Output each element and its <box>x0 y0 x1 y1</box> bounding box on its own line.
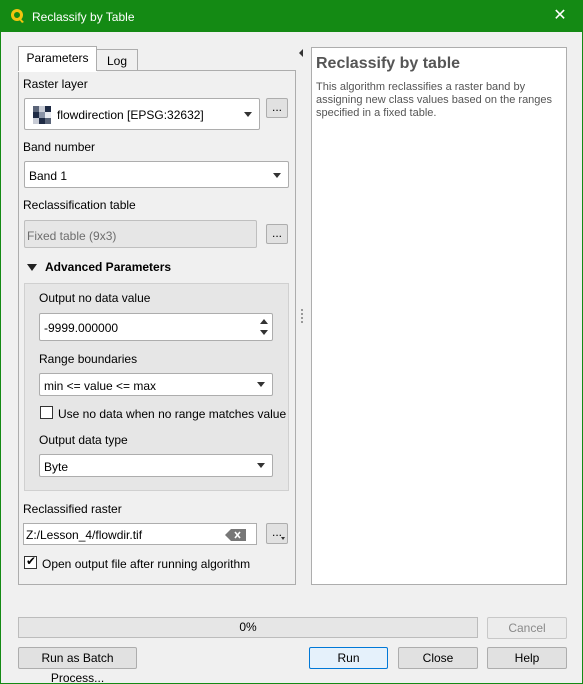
advanced-expand-icon[interactable] <box>27 264 37 271</box>
raster-layer-value: flowdirection [EPSG:32632] <box>57 108 204 122</box>
nodata-value: -9999.000000 <box>44 321 119 335</box>
open-output-label: Open output file after running algorithm <box>42 557 251 571</box>
reclassification-table-field[interactable]: Fixed table (9x3) <box>24 220 257 248</box>
open-output-checkbox[interactable] <box>24 554 37 569</box>
raster-layer-browse-button[interactable]: ... <box>266 98 288 118</box>
nodata-label: Output no data value <box>39 291 151 305</box>
chevron-down-icon <box>257 382 265 387</box>
help-panel: Reclassify by table This algorithm recla… <box>311 47 567 585</box>
spin-down-icon[interactable] <box>260 330 268 335</box>
raster-layer-combo[interactable]: flowdirection [EPSG:32632] <box>24 98 260 130</box>
band-number-combo[interactable]: Band 1 <box>24 161 289 188</box>
output-data-type-value: Byte <box>44 460 69 474</box>
collapse-panel-icon[interactable] <box>299 49 303 57</box>
window-title: Reclassify by Table <box>32 10 135 24</box>
run-batch-button[interactable]: Run as Batch Process... <box>18 647 137 684</box>
chevron-down-icon <box>244 112 252 117</box>
band-number-value: Band 1 <box>29 169 68 183</box>
output-data-type-combo[interactable]: Byte <box>39 454 273 477</box>
output-file-input[interactable]: Z:/Lesson_4/flowdir.tif <box>23 523 257 545</box>
tab-parameters[interactable]: Parameters <box>18 46 97 71</box>
close-button[interactable]: Close <box>398 647 478 669</box>
raster-layer-icon <box>33 106 51 124</box>
small-dropdown-icon <box>281 537 285 540</box>
spin-up-icon[interactable] <box>260 319 268 324</box>
range-boundaries-label: Range boundaries <box>39 352 138 366</box>
run-button[interactable]: Run <box>309 647 388 669</box>
range-boundaries-value: min <= value <= max <box>44 379 157 393</box>
dialog-window: Reclassify by Table ✕ Parameters Log Ras… <box>0 0 583 684</box>
band-number-label: Band number <box>23 140 96 154</box>
nodata-spinbox[interactable]: -9999.000000 <box>39 313 273 341</box>
raster-layer-label: Raster layer <box>23 77 88 91</box>
reclassification-table-label: Reclassification table <box>23 198 136 212</box>
help-button[interactable]: Help <box>487 647 567 669</box>
range-boundaries-combo[interactable]: min <= value <= max <box>39 373 273 396</box>
chevron-down-icon <box>257 463 265 468</box>
use-nodata-checkbox[interactable] <box>40 406 53 419</box>
progress-bar: 0% <box>18 617 478 638</box>
qgis-logo-icon <box>11 9 24 23</box>
output-data-type-label: Output data type <box>39 433 128 447</box>
output-file-value: Z:/Lesson_4/flowdir.tif <box>26 528 143 542</box>
reclassification-table-value: Fixed table (9x3) <box>27 229 117 243</box>
reclassified-raster-label: Reclassified raster <box>23 502 122 516</box>
advanced-parameters-header[interactable]: Advanced Parameters <box>45 260 171 274</box>
reclassification-table-edit-button[interactable]: ... <box>266 224 288 244</box>
use-nodata-label: Use no data when no range matches value <box>58 407 287 421</box>
help-title: Reclassify by table <box>316 55 461 72</box>
help-description: This algorithm reclassifies a raster ban… <box>316 81 553 119</box>
splitter-handle[interactable] <box>301 309 303 323</box>
output-file-browse-button[interactable]: ... <box>266 523 288 544</box>
clear-input-icon[interactable] <box>225 529 246 541</box>
chevron-down-icon <box>273 173 281 178</box>
tab-log[interactable]: Log <box>96 49 138 71</box>
cancel-button[interactable]: Cancel <box>487 617 567 639</box>
title-bar[interactable]: Reclassify by Table ✕ <box>1 1 582 32</box>
close-window-icon[interactable]: ✕ <box>538 1 582 32</box>
progress-text: 0% <box>239 620 257 634</box>
